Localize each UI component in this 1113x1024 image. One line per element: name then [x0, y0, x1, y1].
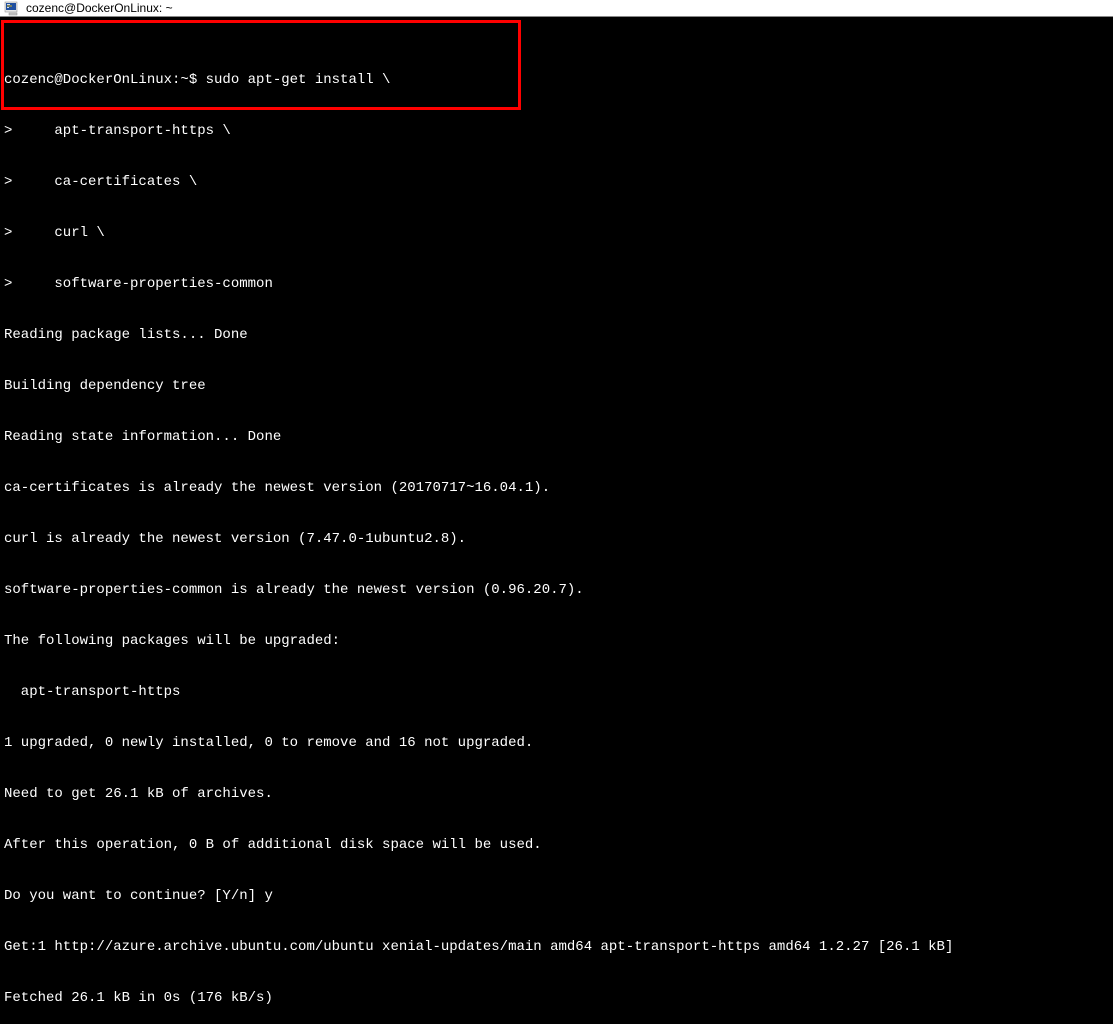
putty-icon [4, 0, 20, 16]
terminal-line: > software-properties-common [4, 276, 1109, 293]
terminal-line: Building dependency tree [4, 378, 1109, 395]
terminal-line: > apt-transport-https \ [4, 123, 1109, 140]
terminal-line: 1 upgraded, 0 newly installed, 0 to remo… [4, 735, 1109, 752]
terminal-line: Need to get 26.1 kB of archives. [4, 786, 1109, 803]
window-title: cozenc@DockerOnLinux: ~ [26, 1, 173, 15]
terminal-line: ca-certificates is already the newest ve… [4, 480, 1109, 497]
titlebar[interactable]: cozenc@DockerOnLinux: ~ [0, 0, 1113, 16]
terminal-area[interactable]: cozenc@DockerOnLinux:~$ sudo apt-get ins… [0, 16, 1113, 1024]
terminal-line: software-properties-common is already th… [4, 582, 1109, 599]
terminal-line: Get:1 http://azure.archive.ubuntu.com/ub… [4, 939, 1109, 956]
terminal-line: After this operation, 0 B of additional … [4, 837, 1109, 854]
terminal-line: Fetched 26.1 kB in 0s (176 kB/s) [4, 990, 1109, 1007]
terminal-line: apt-transport-https [4, 684, 1109, 701]
terminal-line: curl is already the newest version (7.47… [4, 531, 1109, 548]
terminal-line: The following packages will be upgraded: [4, 633, 1109, 650]
highlight-box [1, 20, 521, 110]
terminal-line: > ca-certificates \ [4, 174, 1109, 191]
terminal-window: cozenc@DockerOnLinux: ~ cozenc@DockerOnL… [0, 0, 1113, 512]
terminal-line: cozenc@DockerOnLinux:~$ sudo apt-get ins… [4, 72, 1109, 89]
terminal-line: Reading state information... Done [4, 429, 1109, 446]
terminal-line: Do you want to continue? [Y/n] y [4, 888, 1109, 905]
terminal-line: > curl \ [4, 225, 1109, 242]
terminal-line: Reading package lists... Done [4, 327, 1109, 344]
